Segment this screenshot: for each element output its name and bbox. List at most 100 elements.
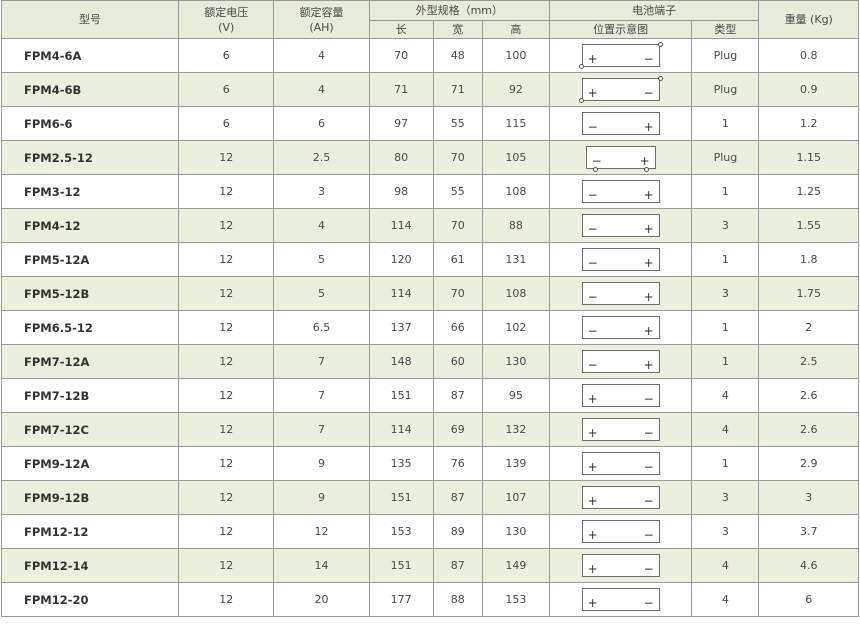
- table-header: 型号 额定电压 (V) 额定容量 (AH) 外型规格（mm） 电池端子 重量 (Kg…: [0, 0, 859, 39]
- model-cell: FPM2.5-12: [0, 140, 180, 175]
- terminal-right-symbol: −: [643, 596, 654, 610]
- height-cell: 108: [481, 174, 550, 209]
- table-row: FPM9-12A 12 9 135 76 139 + −1 2.9: [0, 446, 859, 481]
- height-cell: 100: [481, 38, 550, 73]
- height-cell: 130: [481, 344, 550, 379]
- header-terminal: 电池端子: [548, 0, 760, 21]
- capacity-cell: 2.5: [273, 140, 370, 175]
- terminal-lug-dot: [578, 98, 584, 103]
- width-cell: 70: [432, 140, 483, 175]
- weight-cell: 1.75: [758, 276, 859, 311]
- type-cell: 4: [691, 582, 760, 617]
- weight-cell: 2.9: [758, 446, 859, 481]
- type-cell: 1: [691, 344, 760, 379]
- voltage-cell: 12: [178, 378, 275, 413]
- terminal-left-symbol: −: [587, 188, 598, 202]
- capacity-cell: 4: [273, 208, 370, 243]
- model-cell: FPM3-12: [0, 174, 180, 209]
- length-cell: 98: [368, 174, 434, 209]
- type-cell: 3: [691, 480, 760, 515]
- table-row: FPM4-6B 6 4 71 71 92 + − Plug 0.9: [0, 72, 859, 107]
- terminal-right-symbol: +: [643, 188, 654, 202]
- voltage-cell: 12: [178, 412, 275, 447]
- table-row: FPM7-12B 12 7 151 87 95 + −4 2.6: [0, 378, 859, 413]
- terminal-diagram-cell: − +: [548, 344, 693, 379]
- voltage-cell: 12: [178, 242, 275, 277]
- header-type: 类型: [691, 20, 760, 39]
- length-cell: 137: [368, 310, 434, 345]
- width-cell: 61: [432, 242, 483, 277]
- type-cell: Plug: [691, 140, 760, 175]
- weight-cell: 0.9: [758, 72, 859, 107]
- header-voltage: 额定电压 (V): [178, 0, 275, 39]
- width-cell: 69: [432, 412, 483, 447]
- length-cell: 120: [368, 242, 434, 277]
- width-cell: 70: [432, 208, 483, 243]
- table-row: FPM6.5-12 12 6.5 137 66 102− +1 2: [0, 310, 859, 345]
- height-cell: 115: [481, 106, 550, 141]
- capacity-cell: 9: [273, 446, 370, 481]
- terminal-position-diagram: + −: [581, 452, 660, 475]
- height-cell: 139: [481, 446, 550, 481]
- voltage-cell: 6: [178, 72, 275, 107]
- terminal-right-symbol: −: [643, 426, 654, 440]
- terminal-left-symbol: +: [587, 494, 598, 508]
- weight-cell: 3.7: [758, 514, 859, 549]
- height-cell: 102: [481, 310, 550, 345]
- terminal-right-symbol: +: [643, 324, 654, 338]
- weight-cell: 1.15: [758, 140, 859, 175]
- model-cell: FPM9-12A: [0, 446, 180, 481]
- voltage-cell: 12: [178, 344, 275, 379]
- weight-cell: 2.6: [758, 378, 859, 413]
- voltage-cell: 12: [178, 276, 275, 311]
- header-width: 宽: [432, 20, 483, 39]
- terminal-position-diagram: − +: [581, 282, 660, 305]
- voltage-cell: 6: [178, 106, 275, 141]
- terminal-left-symbol: −: [587, 290, 598, 304]
- table-row: FPM12-12 12 12 153 89 130 + −3 3.7: [0, 514, 859, 549]
- capacity-cell: 7: [273, 412, 370, 447]
- terminal-diagram-cell: + −: [548, 582, 693, 617]
- header-length: 长: [368, 20, 434, 39]
- height-cell: 107: [481, 480, 550, 515]
- capacity-cell: 5: [273, 242, 370, 277]
- terminal-left-symbol: −: [587, 324, 598, 338]
- terminal-right-symbol: +: [643, 222, 654, 236]
- type-cell: 1: [691, 242, 760, 277]
- terminal-right-symbol: +: [643, 256, 654, 270]
- length-cell: 177: [368, 582, 434, 617]
- terminal-left-symbol: +: [587, 460, 598, 474]
- type-cell: 1: [691, 106, 760, 141]
- width-cell: 87: [432, 378, 483, 413]
- terminal-left-symbol: −: [587, 358, 598, 372]
- model-cell: FPM4-6B: [0, 72, 180, 107]
- width-cell: 70: [432, 276, 483, 311]
- terminal-diagram-cell: − +: [548, 174, 693, 209]
- capacity-cell: 7: [273, 344, 370, 379]
- table-row: FPM12-14 12 14 151 87 149 + −4 4.6: [0, 548, 859, 583]
- terminal-diagram-cell: + −: [548, 412, 693, 447]
- battery-spec-table: 型号 额定电压 (V) 额定容量 (AH) 外型规格（mm） 电池端子 重量 (Kg…: [0, 0, 859, 617]
- terminal-position-diagram: + −: [578, 76, 663, 103]
- terminal-position-diagram: + −: [581, 520, 660, 543]
- width-cell: 87: [432, 548, 483, 583]
- terminal-position-diagram: − +: [581, 316, 660, 339]
- capacity-cell: 5: [273, 276, 370, 311]
- terminal-diagram-cell: − +: [548, 242, 693, 277]
- model-cell: FPM7-12B: [0, 378, 180, 413]
- terminal-left-symbol: +: [587, 562, 598, 576]
- length-cell: 114: [368, 412, 434, 447]
- terminal-left-symbol: +: [587, 52, 598, 66]
- terminal-diagram-cell: + −: [548, 548, 693, 583]
- type-cell: 4: [691, 378, 760, 413]
- voltage-cell: 12: [178, 140, 275, 175]
- weight-cell: 1.8: [758, 242, 859, 277]
- terminal-left-symbol: −: [587, 222, 598, 236]
- table-row: FPM12-20 12 20 177 88 153 + −4 6: [0, 582, 859, 617]
- weight-cell: 1.25: [758, 174, 859, 209]
- table-body: FPM4-6A 6 4 70 48 100 + − Plug 0.8 FPM4-6B 6 4 71 71 92…: [0, 38, 859, 617]
- length-cell: 151: [368, 480, 434, 515]
- model-cell: FPM12-20: [0, 582, 180, 617]
- table-row: FPM7-12A 12 7 148 60 130− +1 2.5: [0, 344, 859, 379]
- terminal-left-symbol: +: [587, 86, 598, 100]
